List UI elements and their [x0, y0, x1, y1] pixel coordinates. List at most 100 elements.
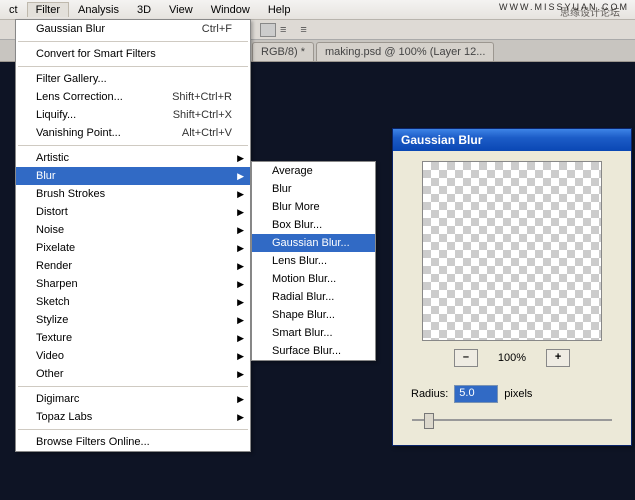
menu-distort[interactable]: Distort▶ [16, 203, 250, 221]
menu-help[interactable]: Help [259, 2, 300, 18]
menu-artistic[interactable]: Artistic ▶ [16, 149, 250, 167]
menu-window[interactable]: Window [202, 2, 259, 18]
label: Surface Blur... [272, 345, 341, 357]
chevron-right-icon: ▶ [237, 243, 244, 254]
chevron-right-icon: ▶ [237, 351, 244, 362]
chevron-right-icon: ▶ [237, 171, 244, 182]
label: Other [36, 368, 64, 380]
slider-thumb[interactable] [424, 413, 434, 429]
menu-view[interactable]: View [160, 2, 202, 18]
separator [18, 145, 248, 146]
chevron-right-icon: ▶ [237, 412, 244, 423]
align-icon[interactable]: ≡ [300, 24, 306, 36]
chevron-right-icon: ▶ [237, 153, 244, 164]
document-tab-2[interactable]: making.psd @ 100% (Layer 12... [316, 42, 494, 61]
chevron-right-icon: ▶ [237, 189, 244, 200]
document-tab-1[interactable]: RGB/8) * [252, 42, 314, 61]
blur-box[interactable]: Box Blur... [252, 216, 375, 234]
preview-area[interactable] [422, 161, 602, 341]
blur-lens[interactable]: Lens Blur... [252, 252, 375, 270]
blur-average[interactable]: Average [252, 162, 375, 180]
label: Texture [36, 332, 72, 344]
menu-sharpen[interactable]: Sharpen▶ [16, 275, 250, 293]
radius-input[interactable]: 5.0 [454, 385, 498, 403]
menu-video[interactable]: Video ▶ [16, 347, 250, 365]
label: Topaz Labs [36, 411, 92, 423]
shortcut: Alt+Ctrl+V [182, 127, 232, 139]
blur-blur[interactable]: Blur [252, 180, 375, 198]
blur-gaussian[interactable]: Gaussian Blur... [252, 234, 375, 252]
menu-convert-smart[interactable]: Convert for Smart Filters [16, 45, 250, 63]
menu-brush-strokes[interactable]: Brush Strokes ▶ [16, 185, 250, 203]
attribution-text: 思缘设计论坛 [551, 2, 629, 21]
label: Motion Blur... [272, 273, 336, 285]
zoom-out-button[interactable]: – [454, 349, 478, 367]
blur-radial[interactable]: Radial Blur... [252, 288, 375, 306]
menu-liquify[interactable]: Liquify... Shift+Ctrl+X [16, 106, 250, 124]
menu-3d[interactable]: 3D [128, 2, 160, 18]
filter-menu-dropdown: Gaussian Blur Ctrl+F Convert for Smart F… [15, 19, 251, 452]
separator [18, 429, 248, 430]
align-icon[interactable]: ≡ [280, 24, 286, 36]
separator [18, 386, 248, 387]
menu-vanishing-point[interactable]: Vanishing Point...Alt+Ctrl+V [16, 124, 250, 142]
zoom-percent: 100% [498, 352, 526, 364]
blur-surface[interactable]: Surface Blur... [252, 342, 375, 360]
label: Brush Strokes [36, 188, 105, 200]
menu-digimarc[interactable]: Digimarc ▶ [16, 390, 250, 408]
menu-texture[interactable]: Texture▶ [16, 329, 250, 347]
separator [18, 41, 248, 42]
label: Gaussian Blur... [272, 237, 350, 249]
menu-noise[interactable]: Noise▶ [16, 221, 250, 239]
radius-slider[interactable] [412, 411, 612, 429]
toolbar-icon[interactable] [260, 23, 276, 37]
menu-topaz[interactable]: Topaz Labs ▶ [16, 408, 250, 426]
blur-more[interactable]: Blur More [252, 198, 375, 216]
menu-blur[interactable]: Blur▶ [16, 167, 250, 185]
label: Pixelate [36, 242, 75, 254]
menu-lens-correction[interactable]: Lens Correction...Shift+Ctrl+R [16, 88, 250, 106]
menu-recent-filter[interactable]: Gaussian Blur Ctrl+F [16, 20, 250, 38]
label: Blur [272, 183, 292, 195]
blur-shape[interactable]: Shape Blur... [252, 306, 375, 324]
menu-analysis[interactable]: Analysis [69, 2, 128, 18]
gaussian-blur-dialog: Gaussian Blur – 100% + Radius: 5.0 pixel… [392, 128, 632, 446]
zoom-in-button[interactable]: + [546, 349, 570, 367]
label: Digimarc [36, 393, 79, 405]
blur-smart[interactable]: Smart Blur... [252, 324, 375, 342]
label: Noise [36, 224, 64, 236]
label: Liquify... [36, 109, 76, 121]
chevron-right-icon: ▶ [237, 261, 244, 272]
label: Box Blur... [272, 219, 322, 231]
menu-trunc: ct [0, 2, 27, 18]
chevron-right-icon: ▶ [237, 315, 244, 326]
label: Sketch [36, 296, 70, 308]
label: Video [36, 350, 64, 362]
label: Shape Blur... [272, 309, 335, 321]
label: Gaussian Blur [36, 23, 105, 35]
label: Render [36, 260, 72, 272]
menu-other[interactable]: Other ▶ [16, 365, 250, 383]
menu-filter[interactable]: Filter [27, 2, 69, 17]
menu-render[interactable]: Render ▶ [16, 257, 250, 275]
label: Blur More [272, 201, 320, 213]
shortcut: Shift+Ctrl+X [173, 109, 232, 121]
chevron-right-icon: ▶ [237, 369, 244, 380]
blur-motion[interactable]: Motion Blur... [252, 270, 375, 288]
label: Radial Blur... [272, 291, 334, 303]
chevron-right-icon: ▶ [237, 394, 244, 405]
label: Lens Blur... [272, 255, 327, 267]
dialog-titlebar[interactable]: Gaussian Blur [393, 129, 631, 151]
menu-stylize[interactable]: Stylize ▶ [16, 311, 250, 329]
menu-browse-online[interactable]: Browse Filters Online... [16, 433, 250, 451]
label: Browse Filters Online... [36, 436, 150, 448]
label: Lens Correction... [36, 91, 123, 103]
menu-filter-gallery[interactable]: Filter Gallery... [16, 70, 250, 88]
radius-unit: pixels [504, 388, 532, 400]
label: Stylize [36, 314, 68, 326]
label: Smart Blur... [272, 327, 333, 339]
menu-sketch[interactable]: Sketch▶ [16, 293, 250, 311]
menu-pixelate[interactable]: Pixelate ▶ [16, 239, 250, 257]
label: Artistic [36, 152, 69, 164]
label: Sharpen [36, 278, 78, 290]
